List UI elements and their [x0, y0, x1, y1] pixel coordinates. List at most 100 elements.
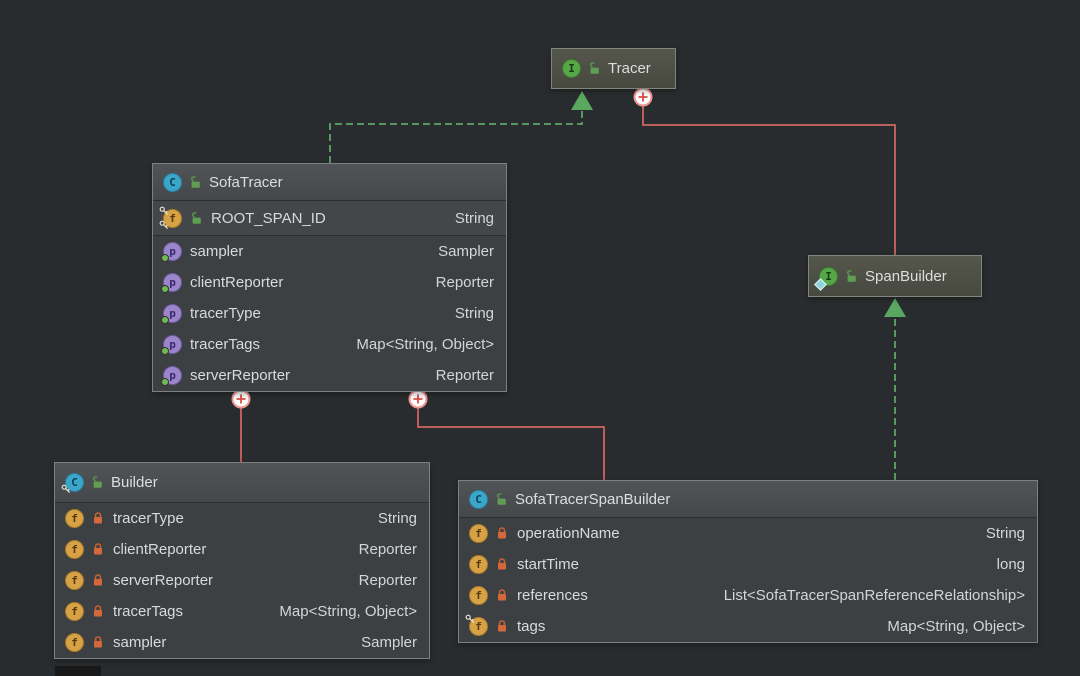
field-icon: f [65, 633, 84, 652]
public-lock-icon [91, 476, 104, 489]
private-lock-icon [92, 574, 105, 587]
class-header-sofatracerspanbuilder[interactable]: C SofaTracerSpanBuilder [459, 481, 1037, 518]
field-icon: f [469, 617, 488, 636]
private-lock-icon [496, 620, 509, 633]
class-title: Builder [111, 474, 158, 491]
public-lock-icon [495, 493, 508, 506]
field-type: long [997, 556, 1025, 573]
interface-icon: I [819, 267, 838, 286]
private-lock-icon [496, 527, 509, 540]
field-type: Reporter [359, 541, 417, 558]
class-header-sofatracer[interactable]: C SofaTracer [153, 164, 506, 201]
private-lock-icon [92, 512, 105, 525]
field-type: List<SofaTracerSpanReferenceRelationship… [724, 587, 1025, 604]
field-row[interactable]: f sampler Sampler [55, 627, 429, 658]
inner-class-edge-sofatracer-sofatracerspanbuilder [418, 407, 604, 480]
field-icon: f [65, 602, 84, 621]
class-title: SofaTracer [209, 174, 283, 191]
uml-diagram-canvas[interactable]: I Tracer C SofaTracer f [0, 0, 1080, 676]
field-row[interactable]: f clientReporter Reporter [55, 534, 429, 565]
field-icon: f [65, 571, 84, 590]
property-type: Sampler [438, 243, 494, 260]
property-icon: p [163, 366, 182, 385]
inner-class-anchor-sofatracer-builder[interactable] [233, 391, 250, 408]
class-icon: C [469, 490, 488, 509]
interface-box-tracer[interactable]: I Tracer [551, 48, 676, 89]
inner-class-anchor-tracer[interactable] [635, 89, 652, 106]
field-row[interactable]: f startTime long [459, 549, 1037, 580]
field-type: Sampler [361, 634, 417, 651]
realization-arrowhead-spanbuilder [884, 298, 906, 317]
field-name: operationName [517, 525, 620, 542]
interface-header-spanbuilder[interactable]: I SpanBuilder [809, 256, 981, 296]
field-name: startTime [517, 556, 579, 573]
field-name: clientReporter [113, 541, 206, 558]
interface-header-tracer[interactable]: I Tracer [552, 49, 675, 88]
final-key-badge-icon [465, 614, 476, 625]
property-row[interactable]: p tracerType String [153, 298, 506, 329]
property-name: sampler [190, 243, 243, 260]
final-key-badge-icon [159, 220, 170, 231]
class-box-sofatracerspanbuilder[interactable]: C SofaTracerSpanBuilder f operationName … [458, 480, 1038, 643]
field-type: String [455, 210, 494, 227]
field-row[interactable]: f serverReporter Reporter [55, 565, 429, 596]
property-icon: p [163, 273, 182, 292]
field-name: tracerTags [113, 603, 183, 620]
class-box-sofatracer[interactable]: C SofaTracer f ROOT_SPAN_ID String p [152, 163, 507, 392]
property-row[interactable]: p serverReporter Reporter [153, 360, 506, 391]
field-icon: f [65, 509, 84, 528]
field-row[interactable]: f references List<SofaTracerSpanReferenc… [459, 580, 1037, 611]
field-type: Map<String, Object> [279, 603, 417, 620]
field-row[interactable]: f tags Map<String, Object> [459, 611, 1037, 642]
property-name: tracerTags [190, 336, 260, 353]
inner-class-edge-tracer-spanbuilder [643, 106, 895, 255]
class-header-builder[interactable]: C Builder [55, 463, 429, 503]
interface-box-spanbuilder[interactable]: I SpanBuilder [808, 255, 982, 297]
inner-class-anchor-sofatracer-spanbuilder[interactable] [410, 391, 427, 408]
property-icon: p [163, 304, 182, 323]
property-icon: p [163, 242, 182, 261]
static-field-row[interactable]: f ROOT_SPAN_ID String [153, 201, 506, 236]
field-name: tags [517, 618, 545, 635]
property-name: tracerType [190, 305, 261, 322]
property-row[interactable]: p tracerTags Map<String, Object> [153, 329, 506, 360]
property-name: serverReporter [190, 367, 290, 384]
property-type: Map<String, Object> [356, 336, 494, 353]
class-icon: C [163, 173, 182, 192]
field-row[interactable]: f tracerType String [55, 503, 429, 534]
property-icon: p [163, 335, 182, 354]
private-lock-icon [496, 589, 509, 602]
field-icon: f [65, 540, 84, 559]
realization-arrowhead-tracer [571, 91, 593, 110]
property-row[interactable]: p sampler Sampler [153, 236, 506, 267]
static-field-icon: f [163, 209, 182, 228]
field-icon: f [469, 555, 488, 574]
public-lock-icon [588, 62, 601, 75]
class-title: SofaTracerSpanBuilder [515, 491, 670, 508]
field-name: serverReporter [113, 572, 213, 589]
field-row[interactable]: f operationName String [459, 518, 1037, 549]
interface-title: SpanBuilder [865, 268, 947, 285]
field-type: Reporter [359, 572, 417, 589]
field-icon: f [469, 524, 488, 543]
interface-title: Tracer [608, 60, 651, 77]
field-name: tracerType [113, 510, 184, 527]
class-box-builder[interactable]: C Builder f tracerType String f client [54, 462, 430, 659]
field-type: String [378, 510, 417, 527]
static-key-badge-icon [61, 484, 72, 495]
private-lock-icon [92, 605, 105, 618]
static-key-badge-icon [159, 206, 170, 217]
class-icon: C [65, 473, 84, 492]
interface-icon: I [562, 59, 581, 78]
field-row[interactable]: f tracerTags Map<String, Object> [55, 596, 429, 627]
field-name: ROOT_SPAN_ID [211, 210, 326, 227]
field-type: Map<String, Object> [887, 618, 1025, 635]
field-type: String [986, 525, 1025, 542]
property-type: Reporter [436, 274, 494, 291]
private-lock-icon [92, 543, 105, 556]
property-name: clientReporter [190, 274, 283, 291]
property-type: String [455, 305, 494, 322]
property-type: Reporter [436, 367, 494, 384]
property-row[interactable]: p clientReporter Reporter [153, 267, 506, 298]
private-lock-icon [496, 558, 509, 571]
